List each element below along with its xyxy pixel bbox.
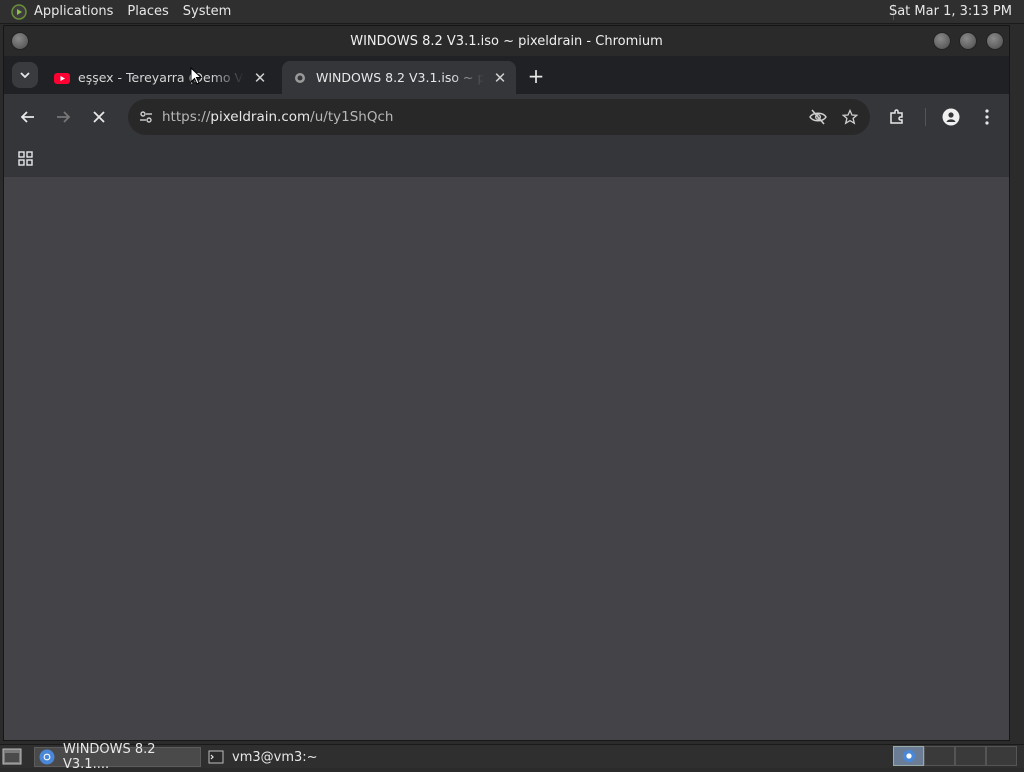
close-window-icon[interactable] (986, 32, 1004, 50)
youtube-icon (54, 72, 70, 84)
chrome-menu-button[interactable] (977, 107, 997, 127)
extensions-button[interactable] (887, 107, 907, 127)
back-button[interactable] (18, 107, 38, 127)
browser-window: WINDOWS 8.2 V3.1.iso ~ pixeldrain - Chro… (3, 25, 1010, 741)
site-info-icon[interactable] (138, 109, 154, 125)
show-desktop-icon[interactable] (2, 748, 22, 765)
browser-toolbar: https://pixeldrain.com/u/ty1ShQch (4, 94, 1009, 140)
arrow-right-icon (57, 111, 71, 123)
tab-title: eşşex - Tereyarra (Demo Version) (78, 70, 244, 85)
workspace-2[interactable] (924, 746, 955, 766)
workspace-1[interactable] (893, 746, 924, 766)
close-tab-icon[interactable]: ✕ (492, 69, 508, 87)
star-icon[interactable] (842, 109, 858, 125)
tab-pixeldrain[interactable]: WINDOWS 8.2 V3.1.iso ~ pixeldrain ✕ (282, 61, 516, 94)
mouse-cursor-icon (190, 67, 202, 85)
forward-button[interactable] (53, 107, 73, 127)
url-scheme: https:// (162, 109, 211, 125)
person-icon (942, 108, 960, 126)
puzzle-icon (890, 109, 903, 124)
menu-places[interactable]: Places (127, 4, 168, 19)
chromium-mini-icon (902, 749, 915, 763)
taskbar-item-chromium[interactable]: WINDOWS 8.2 V3.1.... (34, 742, 201, 772)
close-tab-icon[interactable]: ✕ (252, 69, 268, 87)
minimize-icon[interactable] (933, 32, 951, 50)
terminal-icon (208, 750, 224, 764)
menu-applications[interactable]: Applications (34, 4, 113, 19)
new-tab-button[interactable]: + (526, 66, 546, 87)
workspace-4[interactable] (986, 746, 1017, 766)
tab-title: WINDOWS 8.2 V3.1.iso ~ pixeldrain (316, 70, 484, 85)
toolbar-separator (925, 108, 926, 126)
taskbar-item-label: vm3@vm3:~ (232, 749, 318, 765)
address-bar[interactable]: https://pixeldrain.com/u/ty1ShQch (128, 99, 870, 135)
url-path: /u/ty1ShQch (310, 109, 394, 125)
taskbar-item-terminal[interactable]: vm3@vm3:~ (204, 747, 364, 767)
workspace-3[interactable] (955, 746, 986, 766)
url-text[interactable]: https://pixeldrain.com/u/ty1ShQch (162, 109, 393, 125)
arrow-left-icon (20, 111, 34, 123)
window-titlebar[interactable]: WINDOWS 8.2 V3.1.iso ~ pixeldrain - Chro… (4, 26, 1009, 56)
stop-loading-button[interactable] (89, 107, 109, 127)
apps-grid-icon[interactable] (18, 151, 33, 166)
menu-system[interactable]: System (183, 4, 231, 19)
pixeldrain-icon (295, 72, 305, 83)
bottom-taskbar: WINDOWS 8.2 V3.1.... vm3@vm3:~ (0, 742, 1024, 772)
tab-search-button[interactable] (12, 62, 38, 88)
eye-off-icon[interactable] (809, 109, 827, 125)
maximize-icon[interactable] (959, 32, 977, 50)
chromium-icon (39, 749, 55, 765)
profile-button[interactable] (941, 107, 961, 127)
window-title: WINDOWS 8.2 V3.1.iso ~ pixeldrain - Chro… (350, 34, 663, 49)
top-panel: Applications Places System Sat Mar 1, 3:… (0, 0, 1024, 24)
url-host: pixeldrain.com (210, 109, 311, 125)
clock[interactable]: Sat Mar 1, 3:13 PM (889, 4, 1012, 19)
chevron-down-icon (20, 72, 30, 79)
gnome-foot-icon[interactable] (11, 3, 27, 20)
close-icon (93, 111, 105, 123)
tab-strip: eşşex - Tereyarra (Demo Version) ✕ WINDO… (4, 56, 1009, 94)
workspace-switcher[interactable] (893, 746, 1023, 768)
bookmarks-bar (4, 140, 1009, 177)
page-content[interactable] (4, 177, 1009, 740)
tab-youtube[interactable]: eşşex - Tereyarra (Demo Version) ✕ (44, 61, 276, 94)
kebab-menu-icon (985, 109, 989, 125)
